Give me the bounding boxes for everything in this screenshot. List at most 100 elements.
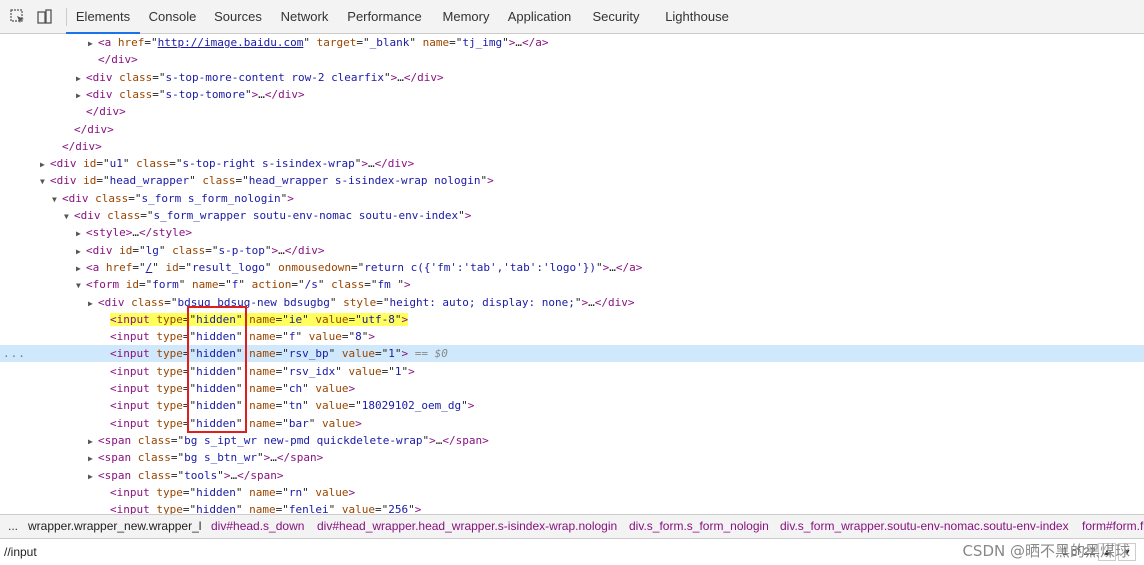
breadcrumb-item[interactable]: div#head.s_down	[211, 515, 304, 537]
markup-token: …	[397, 70, 404, 84]
collapse-arrow-icon[interactable]: ▼	[40, 173, 50, 190]
markup-token: id	[83, 157, 97, 171]
dom-node-line[interactable]: <input type="hidden" name="ie" value="ut…	[0, 311, 1144, 328]
node-actions-ellipsis[interactable]: ...	[3, 345, 26, 362]
markup-token: type	[156, 347, 183, 361]
markup-token: ="	[132, 260, 146, 274]
markup-token: >	[223, 468, 231, 482]
dom-node-line[interactable]: <input type="hidden" name="bar" value>	[0, 415, 1144, 432]
expand-arrow-icon[interactable]: ▶	[76, 260, 86, 277]
dom-node-line[interactable]: <input type="hidden" name="tn" value="18…	[0, 397, 1144, 414]
markup-token: </div>	[98, 53, 138, 67]
markup-token: class	[119, 87, 153, 101]
breadcrumb-item[interactable]: div#head_wrapper.head_wrapper.s-isindex-…	[317, 515, 617, 537]
expand-arrow-icon[interactable]: ▶	[40, 156, 50, 173]
dom-node-line[interactable]: ▶ <div class="s-top-tomore">…</div>	[0, 86, 1144, 103]
inspect-element-icon[interactable]	[10, 9, 26, 25]
markup-token: class	[137, 433, 171, 447]
breadcrumb-item[interactable]: div.s_form_wrapper.soutu-env-nomac.soutu…	[780, 515, 1069, 537]
expand-arrow-icon[interactable]: ▶	[76, 243, 86, 260]
dom-node-line[interactable]: ▼ <div class="s_form s_form_nologin">	[0, 190, 1144, 207]
node-markup: <div id="u1" class="s-top-right s-isinde…	[50, 157, 414, 170]
tab-application[interactable]: Application	[501, 0, 578, 34]
markup-token: http://image.baidu.com	[157, 36, 304, 49]
dom-node-line[interactable]: ▶ <style>…</style>	[0, 224, 1144, 241]
dom-node-line[interactable]: ▼ <div id="head_wrapper" class="head_wrap…	[0, 172, 1144, 189]
markup-token: ="	[275, 330, 289, 344]
dom-node-line[interactable]: ▶ <div id="u1" class="s-top-right s-isind…	[0, 155, 1144, 172]
markup-token: ie	[288, 312, 303, 326]
breadcrumb-item[interactable]: div.s_form.s_form_nologin	[629, 515, 769, 537]
dom-node-line[interactable]: ▶ <span class="bg s_ipt_wr new-pmd quickd…	[0, 432, 1144, 449]
tab-lighthouse[interactable]: Lighthouse	[654, 0, 740, 34]
markup-token: class	[107, 209, 141, 222]
markup-token: ="	[164, 295, 178, 309]
markup-token: ="	[348, 399, 362, 413]
tab-console[interactable]: Console	[140, 0, 205, 34]
markup-token: value	[315, 382, 349, 395]
markup-token: ="	[218, 278, 232, 292]
tab-network[interactable]: Network	[271, 0, 338, 34]
markup-token: <input	[110, 312, 157, 326]
markup-token: <input	[110, 485, 157, 499]
search-input[interactable]	[4, 543, 904, 561]
dom-node-line[interactable]: <input type="hidden" name="fenlei" value…	[0, 501, 1144, 514]
expand-arrow-icon[interactable]: ▶	[76, 225, 86, 242]
expand-arrow-icon[interactable]: ▶	[76, 87, 86, 104]
expand-arrow-icon[interactable]: ▶	[88, 450, 98, 467]
markup-token: bar	[288, 416, 309, 430]
markup-token: href	[117, 36, 145, 49]
markup-token: u1	[109, 157, 123, 171]
dom-node-line[interactable]: ▶ <div class="s-top-more-content row-2 cl…	[0, 69, 1144, 86]
expand-arrow-icon[interactable]: ▶	[88, 295, 98, 312]
markup-token: >	[429, 433, 436, 447]
markup-token: <div	[74, 209, 108, 222]
expand-arrow-icon[interactable]: ▶	[76, 70, 86, 87]
breadcrumb-item[interactable]: form#form.fm	[1082, 515, 1144, 537]
collapse-arrow-icon[interactable]: ▼	[76, 277, 86, 294]
dom-node-line[interactable]: <input type="hidden" name="ch" value>	[0, 380, 1144, 397]
dom-node-line[interactable]: <input type="hidden" name="rsv_idx" valu…	[0, 363, 1144, 380]
markup-token: ="	[341, 330, 356, 344]
tab-performance[interactable]: Performance	[338, 0, 431, 34]
markup-token: <div	[86, 70, 120, 84]
dom-node-line[interactable]: ▶ <span class="tools">…</span>	[0, 467, 1144, 484]
tab-elements[interactable]: Elements	[66, 0, 140, 34]
dom-node-line[interactable]: ... <input type="hidden" name="rsv_bp" va…	[0, 345, 1144, 363]
markup-token: </div>	[74, 122, 114, 136]
markup-token: ="	[139, 278, 153, 292]
dom-node-line[interactable]: ▶ <a href="/" id="result_logo" onmousedow…	[0, 259, 1144, 276]
tab-memory[interactable]: Memory	[431, 0, 501, 34]
dom-node-line[interactable]: ▶ <a href="http://image.baidu.com" target…	[0, 34, 1144, 51]
dom-node-line[interactable]: </div>	[0, 51, 1144, 68]
markup-token: "	[461, 399, 468, 413]
markup-token: onmousedown	[278, 260, 351, 274]
dom-node-line[interactable]: ▶ <span class="bg s_btn_wr">…</span>	[0, 449, 1144, 466]
markup-token: …	[367, 157, 375, 171]
collapse-arrow-icon[interactable]: ▼	[64, 208, 74, 225]
markup-token: ="	[356, 36, 370, 49]
breadcrumb-overflow[interactable]: ...	[8, 515, 18, 537]
dom-node-line[interactable]: </div>	[0, 138, 1144, 155]
dom-node-line[interactable]: ▶ <div class="bdsug bdsug-new bdsugbg" st…	[0, 294, 1144, 311]
breadcrumb-item[interactable]: wrapper.wrapper_new.wrapper_l	[28, 515, 201, 537]
expand-arrow-icon[interactable]: ▶	[88, 433, 98, 450]
markup-token: ="	[96, 157, 110, 171]
dom-node-line[interactable]: <input type="hidden" name="rn" value>	[0, 484, 1144, 501]
dom-node-line[interactable]: <input type="hidden" name="f" value="8">	[0, 328, 1144, 345]
collapse-arrow-icon[interactable]: ▼	[52, 191, 62, 208]
markup-token: name	[249, 330, 276, 344]
dom-node-line[interactable]: </div>	[0, 121, 1144, 138]
tab-sources[interactable]: Sources	[205, 0, 271, 34]
dom-node-line[interactable]: ▶ <div id="lg" class="s-p-top">…</div>	[0, 242, 1144, 259]
markup-token: class	[172, 243, 206, 257]
dom-node-line[interactable]: </div>	[0, 103, 1144, 120]
markup-token: type	[156, 382, 183, 395]
tab-security[interactable]: Security	[578, 0, 654, 34]
expand-arrow-icon[interactable]: ▶	[88, 35, 98, 52]
device-toolbar-icon[interactable]	[36, 9, 52, 25]
dom-node-line[interactable]: ▼ <form id="form" name="f" action="/s" cl…	[0, 276, 1144, 293]
markup-token: </span>	[237, 468, 284, 482]
dom-node-line[interactable]: ▼ <div class="s_form_wrapper soutu-env-no…	[0, 207, 1144, 224]
expand-arrow-icon[interactable]: ▶	[88, 468, 98, 485]
